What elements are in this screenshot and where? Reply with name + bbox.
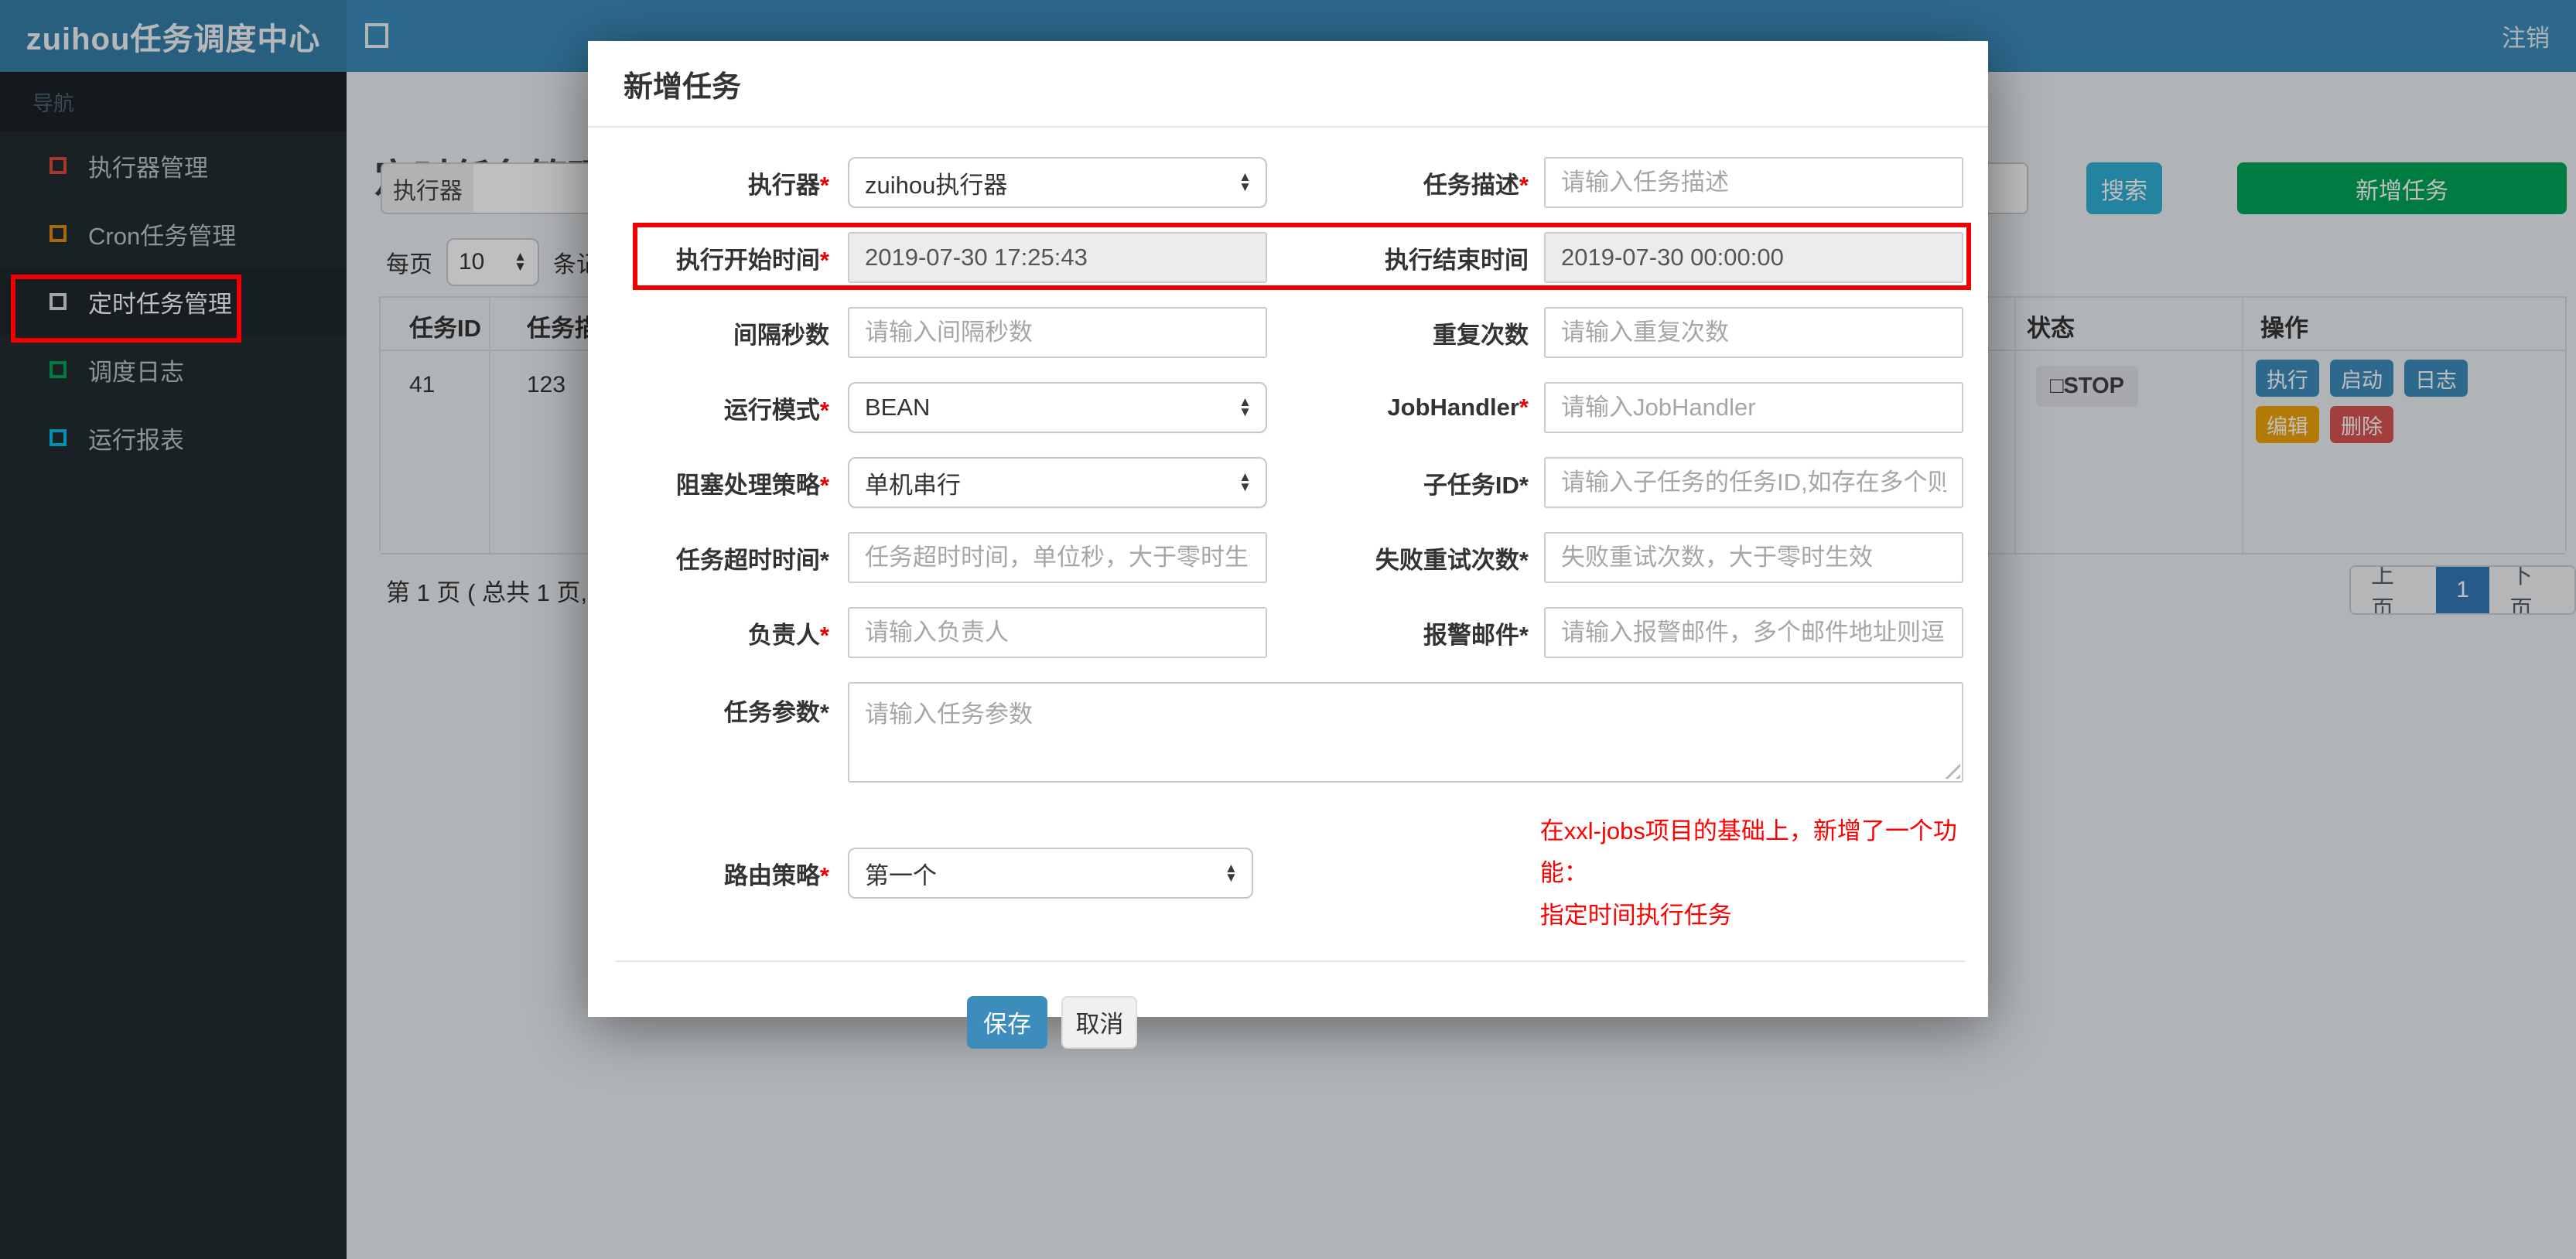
red-note: 在xxl-jobs项目的基础上，新增了一个功能： 指定时间执行任务 xyxy=(1539,817,1957,929)
repeat-label: 重复次数 xyxy=(1433,321,1529,349)
executor-select[interactable]: zuihou执行器 ▲ ▼ xyxy=(848,157,1267,208)
executor-label: 执行器* xyxy=(747,171,829,199)
interval-label: 间隔秒数 xyxy=(733,321,829,349)
timeout-label: 任务超时时间* xyxy=(675,546,829,574)
block-strategy-label: 阻塞处理策略* xyxy=(675,471,829,499)
form-row-task-param: 任务参数* xyxy=(588,682,1988,786)
jobhandler-label: JobHandler* xyxy=(1387,394,1529,421)
alarm-email-label: 报警邮件* xyxy=(1423,621,1529,649)
form-row-executor-desc: 执行器* zuihou执行器 ▲ ▼ 任务描述* xyxy=(588,157,1988,208)
route-strategy-select[interactable]: 第一个 ▲ ▼ xyxy=(848,848,1253,899)
select-arrows-icon: ▲ ▼ xyxy=(1238,394,1252,419)
timeout-input[interactable] xyxy=(848,532,1267,583)
interval-input[interactable] xyxy=(848,307,1267,358)
select-arrows-icon: ▲ ▼ xyxy=(1238,469,1252,494)
task-param-label: 任务参数* xyxy=(723,699,829,726)
select-arrows-icon: ▲ ▼ xyxy=(1238,169,1252,194)
select-arrows-icon: ▲ ▼ xyxy=(1224,860,1238,885)
form-row-block-childid: 阻塞处理策略* 单机串行 ▲ ▼ 子任务ID* xyxy=(588,457,1988,508)
owner-input[interactable] xyxy=(848,607,1267,658)
task-desc-label: 任务描述* xyxy=(1423,171,1529,199)
form-row-interval-repeat: 间隔秒数 重复次数 xyxy=(588,307,1988,358)
retry-label: 失败重试次数* xyxy=(1375,546,1529,574)
jobhandler-input[interactable] xyxy=(1544,382,1963,433)
save-button[interactable]: 保存 xyxy=(967,995,1047,1049)
task-param-textarea[interactable] xyxy=(848,682,1963,783)
run-mode-select[interactable]: BEAN ▲ ▼ xyxy=(848,382,1267,433)
owner-label: 负责人* xyxy=(747,621,829,649)
annotation-box-time-row xyxy=(633,223,1971,290)
route-strategy-label: 路由策略* xyxy=(723,862,829,889)
form-row-owner-email: 负责人* 报警邮件* xyxy=(588,607,1988,658)
modal-header: 新增任务 xyxy=(588,41,1988,128)
cancel-button[interactable]: 取消 xyxy=(1061,995,1138,1049)
child-task-label: 子任务ID* xyxy=(1423,471,1529,499)
child-task-input[interactable] xyxy=(1544,457,1963,508)
repeat-input[interactable] xyxy=(1544,307,1963,358)
form-row-route-strategy: 路由策略* 第一个 ▲ ▼ 在xxl-jobs项目的基础上，新增了一个功能： 指定… xyxy=(588,810,1988,937)
modal-title: 新增任务 xyxy=(624,70,742,104)
form-row-timeout-retry: 任务超时时间* 失败重试次数* xyxy=(588,532,1988,583)
task-desc-input[interactable] xyxy=(1544,157,1963,208)
annotation-box-sidebar xyxy=(11,275,241,343)
modal-footer: 保存 取消 xyxy=(616,960,1965,1049)
alarm-email-input[interactable] xyxy=(1544,607,1963,658)
add-task-modal: 新增任务 执行器* zuihou执行器 ▲▼ 任务描述* 执行开始时间* 执行结… xyxy=(588,41,1988,1049)
retry-input[interactable] xyxy=(1544,532,1963,583)
run-mode-label: 运行模式* xyxy=(723,396,829,424)
form-row-runmode-jobhandler: 运行模式* BEAN ▲ ▼ JobHandler* xyxy=(588,382,1988,433)
block-strategy-select[interactable]: 单机串行 ▲ ▼ xyxy=(848,457,1267,508)
